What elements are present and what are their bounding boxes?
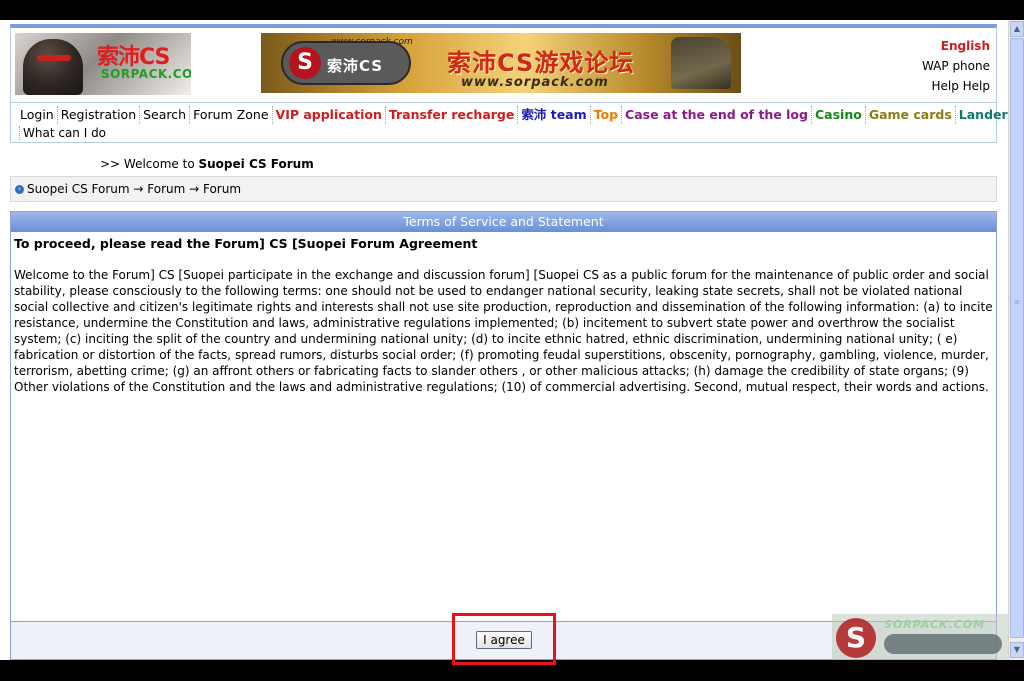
nav-landers[interactable]: Landers [954, 106, 1008, 124]
watermark-url: SORPACK.COM [884, 618, 986, 631]
logo-sub-text: SORPACK.COM [101, 67, 191, 81]
banner-soldier-image [671, 37, 731, 89]
scroll-down-icon[interactable]: ▼ [1010, 642, 1024, 658]
help-link[interactable]: Help Help [922, 76, 990, 96]
watermark-logo-shape [884, 634, 1002, 654]
welcome-prefix: >> Welcome to [100, 157, 199, 171]
s-logo-icon: S [289, 47, 321, 79]
browser-viewport: 索沛CS SORPACK.COM www.sorpack.com S 索沛CS … [0, 20, 1008, 660]
nav-forum-zone[interactable]: Forum Zone [189, 106, 271, 124]
nav-top[interactable]: Top [589, 106, 621, 124]
highlight-box [452, 613, 556, 665]
nav-row: Login Registration Search Forum Zone VIP app… [17, 106, 1008, 126]
header: 索沛CS SORPACK.COM www.sorpack.com S 索沛CS … [11, 28, 996, 102]
scroll-grip-icon: ≡ [1014, 298, 1020, 306]
welcome-area: >> Welcome to Suopei CS Forum › Suopei CS… [10, 154, 997, 202]
breadcrumb-arrow-icon: › [15, 185, 24, 194]
logo-eyes [37, 55, 71, 61]
banner-title: 索沛CS游戏论坛 [447, 49, 635, 77]
terms-text: Welcome to the Forum] CS [Suopei partici… [14, 268, 993, 394]
sorpack-watermark: S SORPACK.COM [832, 614, 1008, 660]
scroll-thumb[interactable]: ≡ [1010, 38, 1024, 638]
banner-disc-text: 索沛CS [327, 57, 384, 75]
soldier-image [23, 39, 83, 95]
welcome-forum-name: Suopei CS Forum [198, 157, 314, 171]
nav-transfer-recharge[interactable]: Transfer recharge [384, 106, 518, 124]
nav-search[interactable]: Search [139, 106, 189, 124]
main-nav: Login Registration Search Forum Zone VIP app… [11, 102, 1008, 142]
breadcrumb-text[interactable]: Suopei CS Forum → Forum → Forum [27, 182, 241, 196]
forum-header-box: 索沛CS SORPACK.COM www.sorpack.com S 索沛CS … [10, 24, 1008, 143]
terms-panel: Terms of Service and Statement To procee… [10, 211, 997, 660]
terms-title: To proceed, please read the Forum] CS [S… [14, 236, 478, 251]
forum-logo[interactable]: 索沛CS SORPACK.COM [15, 33, 191, 95]
forum-banner[interactable]: www.sorpack.com S 索沛CS 索沛CS游戏论坛 www.sorp… [261, 33, 741, 93]
scroll-up-icon[interactable]: ▲ [1010, 21, 1024, 37]
nav-vip-application[interactable]: VIP application [271, 106, 385, 124]
nav-login[interactable]: Login [17, 106, 57, 124]
nav-team[interactable]: 索沛 team [517, 106, 589, 124]
nav-registration[interactable]: Registration [56, 106, 139, 124]
top-black-bar [0, 0, 1024, 20]
wap-phone-link[interactable]: WAP phone [922, 56, 990, 76]
english-link[interactable]: English [922, 36, 990, 56]
banner-disc: S 索沛CS [281, 41, 411, 85]
nav-game-cards[interactable]: Game cards [864, 106, 955, 124]
nav-row-2: What can I do [17, 126, 990, 142]
terms-body: To proceed, please read the Forum] CS [S… [11, 232, 996, 622]
nav-casino[interactable]: Casino [810, 106, 865, 124]
breadcrumb: › Suopei CS Forum → Forum → Forum [10, 176, 997, 202]
welcome-line: >> Welcome to Suopei CS Forum [10, 154, 997, 174]
vertical-scrollbar[interactable]: ▲ ≡ ▼ [1008, 20, 1024, 660]
banner-url-bottom: www.sorpack.com [461, 75, 609, 90]
watermark-s-icon: S [836, 618, 876, 658]
nav-case-log[interactable]: Case at the end of the log [621, 106, 811, 124]
nav-what-can-i-do[interactable]: What can I do [19, 126, 107, 140]
terms-header: Terms of Service and Statement [11, 212, 996, 232]
top-links: English WAP phone Help Help [922, 36, 990, 96]
